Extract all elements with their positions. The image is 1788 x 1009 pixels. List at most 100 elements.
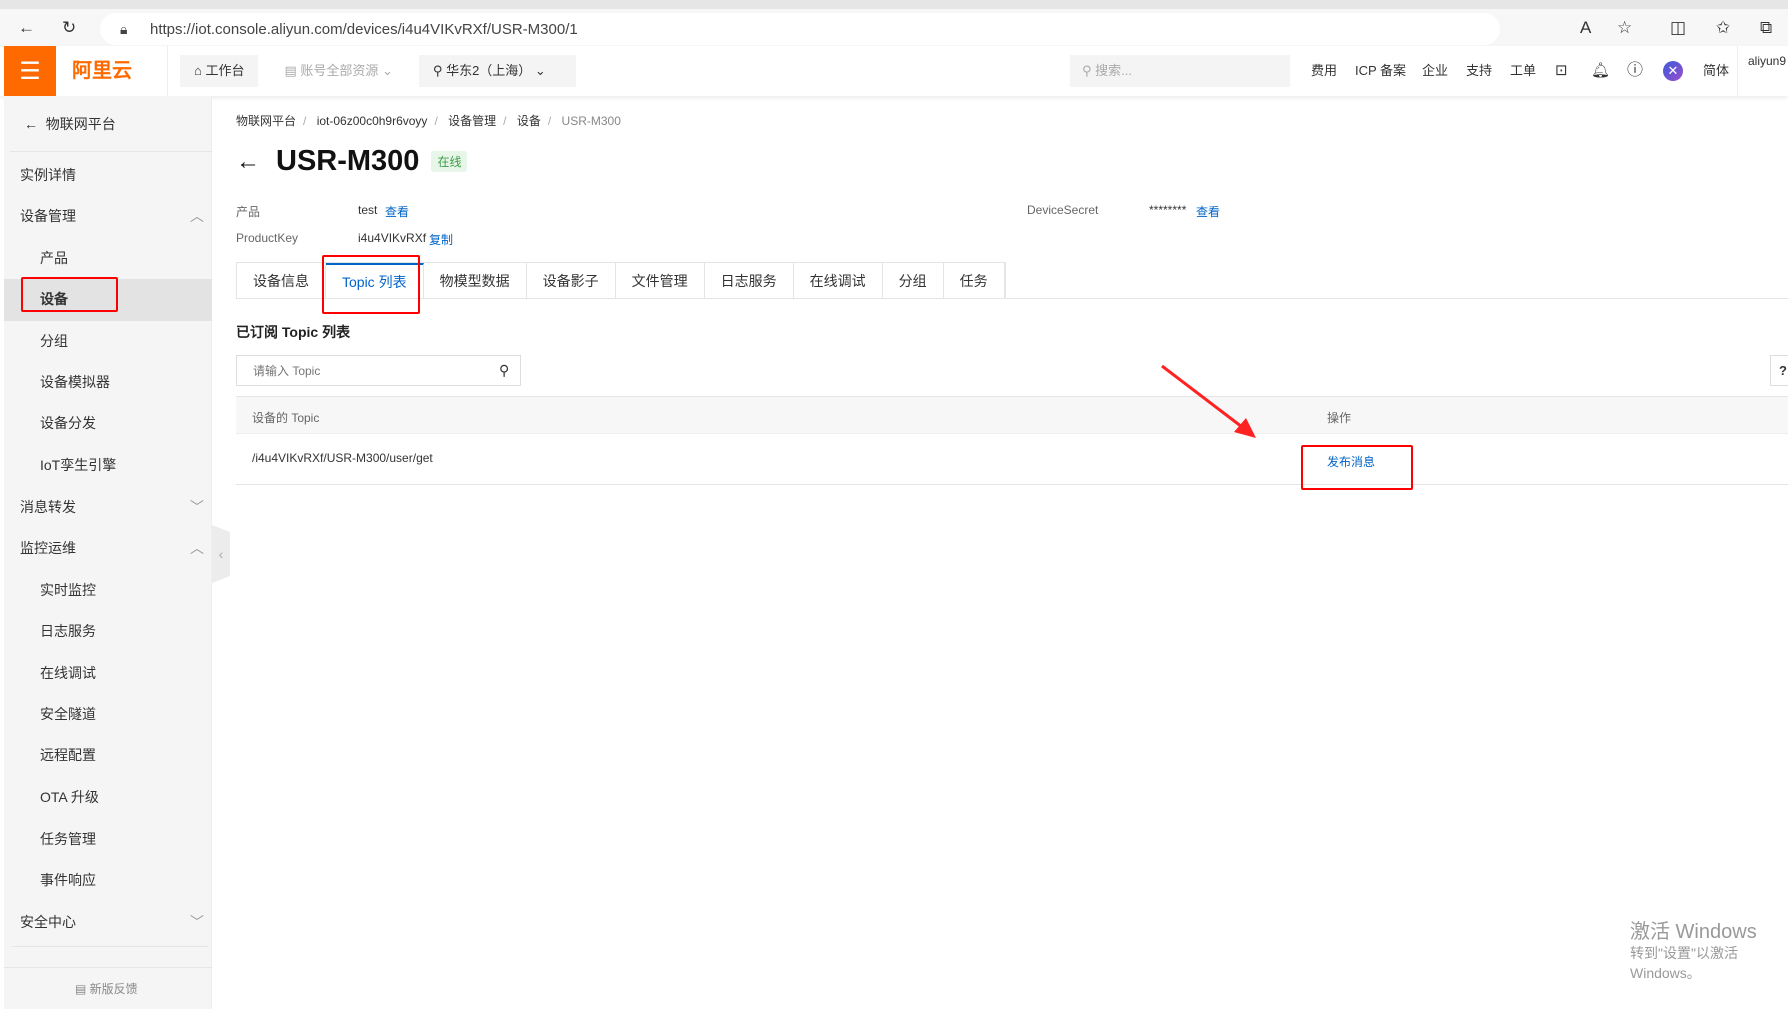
topic-value: /i4u4VIKvRXf/USR-M300/user/get — [252, 451, 433, 465]
terminal-icon[interactable]: ⊡ — [1555, 46, 1568, 96]
table-row: /i4u4VIKvRXf/USR-M300/user/get 发布消息 — [236, 433, 1788, 485]
section-title: 已订阅 Topic 列表 — [236, 324, 351, 340]
help-icon[interactable]: ? — [1770, 355, 1788, 386]
logo[interactable]: 阿里云 — [56, 46, 168, 96]
sidebar-item[interactable]: 设备管理 — [20, 206, 76, 226]
sidebar-item[interactable]: 监控运维 — [20, 538, 76, 558]
sidebar-back[interactable]: ← 物联网平台 — [24, 114, 116, 134]
menu-icon[interactable]: ☰ — [4, 46, 56, 96]
read-aloud-icon[interactable]: A — [1580, 18, 1591, 38]
workbench-label: 工作台 — [205, 63, 245, 78]
secret-value: ******** — [1149, 203, 1187, 217]
tab[interactable]: 日志服务 — [704, 263, 794, 299]
sidebar-item[interactable]: 安全中心 — [20, 912, 76, 932]
breadcrumb: 物联网平台 / iot-06z00c0h9r6voyy / 设备管理 / 设备 / US… — [236, 114, 621, 128]
crumb-iot[interactable]: 物联网平台 — [236, 114, 296, 128]
sidebar-back-label: 物联网平台 — [45, 116, 116, 132]
bell-icon[interactable]: 🔔︎ — [1591, 46, 1610, 96]
sidebar-item[interactable]: 设备模拟器 — [40, 372, 110, 392]
crumb-devices[interactable]: 设备 — [517, 114, 541, 128]
address-bar[interactable]: 🔒︎ https://iot.console.aliyun.com/device… — [100, 13, 1500, 45]
view-product-link[interactable]: 查看 — [385, 203, 409, 220]
sidebar-item[interactable]: 设备分发 — [40, 413, 96, 433]
tab[interactable]: 任务 — [943, 263, 1005, 299]
collapse-sidebar-handle[interactable]: ‹ — [212, 525, 230, 583]
crumb-device-mgmt[interactable]: 设备管理 — [448, 114, 496, 128]
crumb-current: USR-M300 — [561, 114, 621, 128]
feedback-label: 新版反馈 — [89, 982, 138, 996]
region-label: 华东2（上海） — [446, 63, 532, 78]
sidebar-item[interactable]: 任务管理 — [40, 829, 96, 849]
table-header: 设备的 Topic 操作 — [236, 396, 1788, 433]
sidebar-item[interactable]: 安全隧道 — [40, 704, 96, 724]
region-dropdown[interactable]: ⚲ 华东2（上海） ⌄ — [418, 55, 576, 87]
sidebar-item[interactable]: 分组 — [40, 331, 68, 351]
copilot-icon[interactable]: ✕ — [1663, 61, 1683, 81]
sidebar-item[interactable]: 日志服务 — [40, 621, 96, 641]
tab[interactable]: 文件管理 — [615, 263, 705, 299]
split-screen-icon[interactable]: ◫ — [1670, 18, 1686, 38]
tab[interactable]: 设备影子 — [526, 263, 616, 299]
status-badge: 在线 — [431, 151, 468, 172]
productkey-value: i4u4VIKvRXf — [358, 231, 427, 245]
sidebar-item[interactable]: 消息转发 — [20, 497, 76, 517]
back-arrow-icon[interactable]: ← — [236, 148, 260, 176]
product-label: 产品 — [236, 205, 261, 219]
search-placeholder: 搜索... — [1095, 63, 1132, 78]
sidebar-item[interactable]: 产品 — [40, 248, 68, 268]
copy-productkey-link[interactable]: 复制 — [429, 231, 453, 248]
search-icon[interactable]: ⚲ — [499, 362, 509, 379]
sidebar-item[interactable]: IoT孪生引擎 — [40, 455, 116, 475]
link-enterprise[interactable]: 企业 — [1422, 46, 1448, 96]
tab[interactable]: 分组 — [882, 263, 944, 299]
favorites-icon[interactable]: ✩ — [1716, 18, 1730, 38]
product-value: test — [358, 203, 378, 217]
help-icon[interactable]: ⓘ — [1627, 46, 1643, 96]
sidebar-item[interactable]: 事件响应 — [40, 870, 96, 890]
browser-tab-strip — [0, 0, 1788, 9]
reload-icon[interactable]: ↻ — [62, 18, 76, 38]
back-icon[interactable]: ← — [18, 18, 35, 38]
link-ticket[interactable]: 工单 — [1510, 46, 1536, 96]
link-billing[interactable]: 费用 — [1311, 46, 1337, 96]
secret-label: DeviceSecret — [1027, 203, 1099, 217]
red-arrow-annotation — [1161, 364, 1256, 438]
user-account[interactable]: aliyun9 — [1748, 54, 1786, 68]
productkey-label: ProductKey — [236, 231, 299, 245]
console-header: ☰ 阿里云 ⌂ 工作台 ▤ 账号全部资源 ⌄ ⚲ 华东2（上海） ⌄ ⚲ 搜索.… — [0, 46, 1788, 96]
link-support[interactable]: 支持 — [1466, 46, 1492, 96]
view-secret-link[interactable]: 查看 — [1196, 203, 1220, 220]
sidebar-item[interactable]: 在线调试 — [40, 663, 96, 683]
col-topic: 设备的 Topic — [252, 411, 320, 425]
col-action: 操作 — [1327, 411, 1352, 425]
chevron-up-icon[interactable]: ︿ — [190, 538, 204, 558]
collections-icon[interactable]: ⧉ — [1760, 18, 1772, 38]
highlight-publish — [1301, 445, 1413, 490]
topic-search-input[interactable] — [236, 355, 521, 386]
feedback-button[interactable]: ▤ 新版反馈 — [75, 980, 138, 997]
chevron-down-icon[interactable]: ﹀ — [190, 912, 204, 932]
workbench-button[interactable]: ⌂ 工作台 — [180, 55, 259, 87]
sidebar-item[interactable]: OTA 升级 — [40, 787, 99, 807]
page-title: ← USR-M300 在线 — [236, 145, 468, 178]
windows-watermark-sub: 转到"设置"以激活 Windows。 — [1630, 945, 1738, 981]
tab[interactable]: 设备信息 — [237, 263, 326, 299]
highlight-topic-tab — [322, 255, 420, 314]
device-name: USR-M300 — [276, 145, 420, 177]
language-switch[interactable]: 简体 — [1703, 46, 1729, 96]
header-search[interactable]: ⚲ 搜索... — [1070, 55, 1290, 87]
url-text: https://iot.console.aliyun.com/devices/i… — [150, 20, 578, 38]
sidebar-item[interactable]: 实例详情 — [20, 165, 76, 185]
favorite-icon[interactable]: ☆ — [1617, 18, 1632, 38]
resources-label: 账号全部资源 — [300, 63, 379, 78]
tab[interactable]: 在线调试 — [793, 263, 883, 299]
resources-dropdown[interactable]: ▤ 账号全部资源 ⌄ — [270, 55, 406, 87]
tab[interactable]: 物模型数据 — [423, 263, 527, 299]
sidebar-item[interactable]: 实时监控 — [40, 580, 96, 600]
chevron-up-icon[interactable]: ︿ — [190, 206, 204, 226]
sidebar-item[interactable]: 远程配置 — [40, 745, 96, 765]
link-icp[interactable]: ICP 备案 — [1355, 46, 1406, 96]
highlight-device — [21, 277, 118, 312]
chevron-down-icon[interactable]: ﹀ — [190, 497, 204, 517]
crumb-instance[interactable]: iot-06z00c0h9r6voyy — [317, 114, 428, 128]
